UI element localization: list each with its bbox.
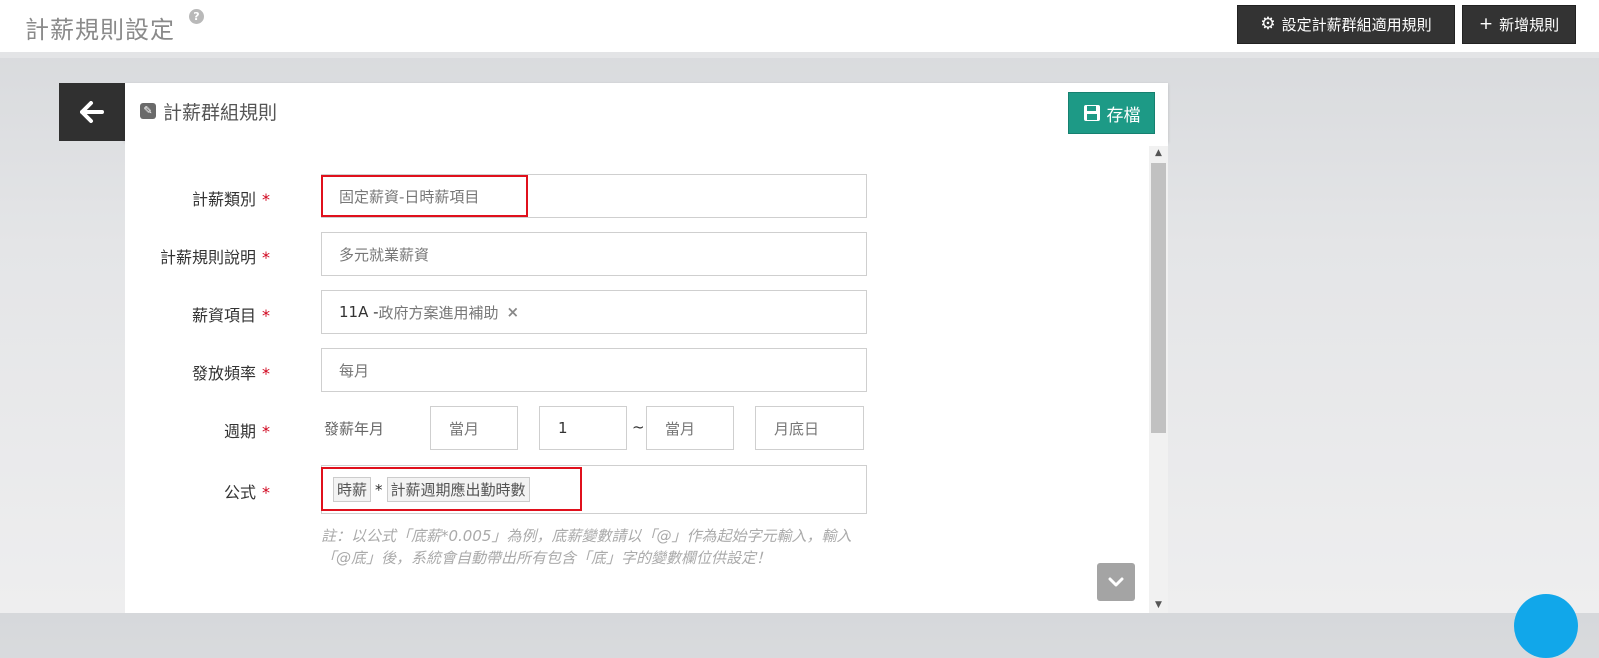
set-group-rules-label: 設定計薪群組適用規則	[1281, 16, 1432, 34]
panel-header: ✎ 計薪群組規則 存檔	[125, 83, 1168, 142]
top-bar: 計薪規則設定 ? ⚙ 設定計薪群組適用規則 + 新增規則	[0, 0, 1599, 58]
frequency-field[interactable]: 每月	[321, 348, 867, 392]
frequency-label: 發放頻率 *	[191, 364, 270, 383]
gear-icon: ⚙	[1260, 14, 1276, 34]
add-rule-button[interactable]: + 新增規則	[1462, 5, 1576, 44]
salary-item-label: 薪資項目 *	[191, 306, 270, 325]
scroll-to-bottom-button[interactable]	[1097, 563, 1135, 601]
floppy-disk-icon	[1083, 105, 1100, 121]
scroll-up-arrow-icon[interactable]: ▲	[1149, 146, 1168, 161]
rule-description-value: 多元就業薪資	[339, 245, 430, 264]
formula-field[interactable]: 時薪 * 計薪週期應出勤時數	[321, 465, 867, 514]
edit-icon: ✎	[140, 103, 156, 119]
rule-description-field[interactable]: 多元就業薪資	[321, 232, 867, 276]
remove-tag-icon[interactable]: ×	[507, 303, 520, 321]
period-end-month[interactable]: 當月	[646, 406, 734, 450]
panel-title: 計薪群組規則	[163, 102, 278, 124]
salary-item-select[interactable]: 11A - 政府方案進用補助 ×	[321, 290, 867, 334]
formula-variable-chip: 計薪週期應出勤時數	[386, 477, 530, 502]
frequency-value: 每月	[339, 361, 370, 380]
pay-category-field[interactable]: 固定薪資-日時薪項目	[321, 174, 867, 218]
period-end-day[interactable]: 月底日	[755, 406, 864, 450]
formula-label: 公式 *	[223, 483, 270, 502]
help-icon[interactable]: ?	[189, 9, 204, 24]
arrow-left-icon	[80, 101, 104, 123]
scroll-thumb[interactable]	[1151, 163, 1166, 433]
salary-item-code: 11A -	[339, 303, 379, 321]
formula-variable-chip: 時薪	[333, 477, 372, 502]
period-label: 週期 *	[223, 422, 270, 441]
panel-body: 計薪類別 * 固定薪資-日時薪項目 計薪規則說明 * 多元就業薪資 薪資項目 * 11…	[125, 141, 1168, 613]
rule-description-label: 計薪規則說明 *	[159, 248, 270, 267]
scrollbar[interactable]: ▲ ▼	[1149, 146, 1168, 613]
plus-icon: +	[1478, 14, 1494, 34]
period-separator: ~	[632, 418, 645, 436]
chevron-down-icon	[1108, 577, 1124, 587]
scroll-down-arrow-icon[interactable]: ▼	[1149, 598, 1168, 613]
back-button[interactable]	[59, 83, 125, 141]
formula-operator: *	[375, 480, 383, 499]
pay-category-label: 計薪類別 *	[191, 190, 270, 209]
period-start-day[interactable]: 1	[539, 406, 627, 450]
save-button[interactable]: 存檔	[1068, 92, 1155, 134]
salary-item-name: 政府方案進用補助	[378, 303, 499, 322]
save-label: 存檔	[1106, 105, 1141, 126]
set-group-rules-button[interactable]: ⚙ 設定計薪群組適用規則	[1237, 5, 1455, 44]
period-start-month[interactable]: 當月	[430, 406, 518, 450]
page-title: 計薪規則設定	[25, 16, 175, 44]
period-prefix: 發薪年月	[324, 420, 385, 438]
rule-panel: ✎ 計薪群組規則 存檔 計薪類別 * 固定薪資-日時薪項目 計薪規則說明 * 多…	[59, 83, 1168, 613]
add-rule-label: 新增規則	[1499, 16, 1560, 34]
pay-category-value: 固定薪資-日時薪項目	[339, 187, 480, 206]
chat-fab-button[interactable]	[1514, 594, 1578, 658]
formula-note: 註：以公式「底薪*0.005」為例，底薪變數請以「@」作為起始字元輸入，輸入「@…	[321, 527, 852, 567]
